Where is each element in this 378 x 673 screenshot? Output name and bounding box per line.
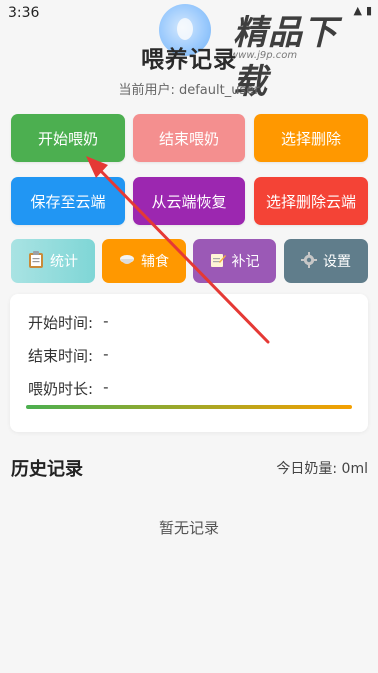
settings-button[interactable]: 设置	[284, 239, 368, 283]
history-empty-text: 暂无记录	[158, 519, 219, 537]
status-time: 3:36	[8, 5, 40, 21]
start-feeding-button[interactable]: 开始喂奶	[11, 114, 125, 162]
feeding-progress-bar	[26, 405, 352, 409]
restore-cloud-button[interactable]: 从云端恢复	[133, 177, 245, 225]
bowl-icon	[119, 253, 135, 270]
complementary-food-label: 辅食	[141, 254, 169, 270]
history-title: 历史记录	[11, 459, 83, 480]
page-title: 喂养记录	[141, 47, 237, 73]
duration-row: 喂奶时长: -	[28, 378, 108, 399]
select-delete-cloud-button[interactable]: 选择删除云端	[254, 177, 368, 225]
end-time-label: 结束时间:	[28, 347, 94, 365]
save-cloud-button[interactable]: 保存至云端	[11, 177, 125, 225]
select-delete-cloud-label: 选择删除云端	[265, 192, 356, 211]
select-delete-button[interactable]: 选择删除	[254, 114, 368, 162]
gear-icon	[301, 251, 317, 271]
select-delete-label: 选择删除	[280, 129, 341, 148]
start-time-label: 开始时间:	[28, 314, 94, 332]
start-feeding-label: 开始喂奶	[37, 129, 98, 148]
save-cloud-label: 保存至云端	[30, 192, 106, 211]
end-feeding-button[interactable]: 结束喂奶	[133, 114, 245, 162]
end-time-value: -	[103, 345, 109, 363]
start-time-row: 开始时间: -	[28, 312, 108, 333]
duration-label: 喂奶时长:	[28, 380, 94, 398]
duration-value: -	[103, 378, 109, 396]
stats-label: 统计	[50, 254, 78, 270]
clipboard-icon	[28, 250, 44, 272]
end-feeding-label: 结束喂奶	[158, 129, 219, 148]
memo-icon	[210, 252, 226, 271]
restore-cloud-label: 从云端恢复	[151, 192, 227, 211]
stats-button[interactable]: 统计	[11, 239, 95, 283]
session-info-card: 开始时间: - 结束时间: - 喂奶时长: -	[10, 294, 368, 432]
current-user-label: 当前用户: default_user	[118, 83, 260, 98]
settings-label: 设置	[323, 254, 351, 270]
complementary-food-button[interactable]: 辅食	[102, 239, 186, 283]
supplement-record-button[interactable]: 补记	[193, 239, 276, 283]
today-amount: 今日奶量: 0ml	[276, 461, 368, 477]
end-time-row: 结束时间: -	[28, 345, 108, 366]
start-time-value: -	[103, 312, 109, 330]
supplement-record-label: 补记	[231, 254, 260, 270]
feeding-progress-fill	[26, 405, 352, 409]
